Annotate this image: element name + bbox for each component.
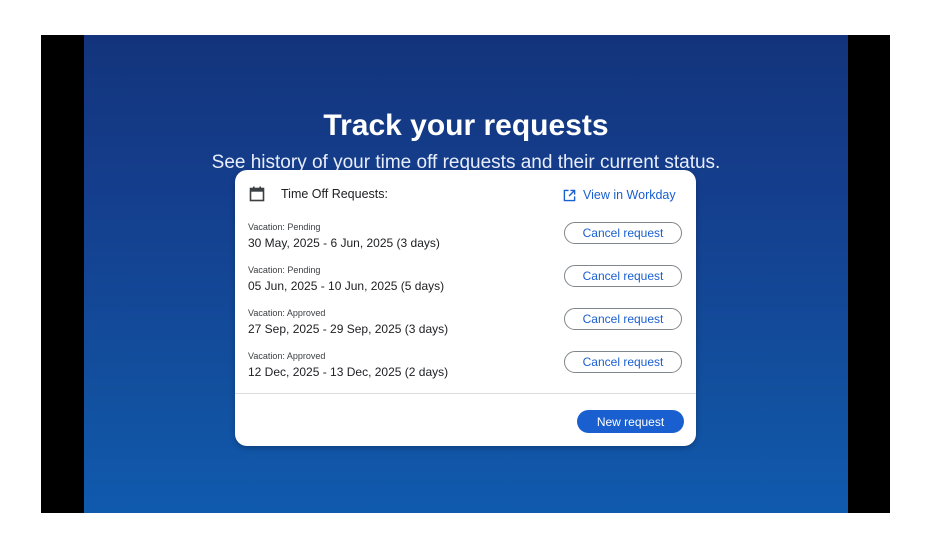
time-off-card: Time Off Requests: View in Workday Vacat… — [235, 170, 696, 446]
request-row: Vacation: Pending 30 May, 2025 - 6 Jun, … — [235, 222, 696, 264]
cancel-request-button[interactable]: Cancel request — [564, 351, 682, 373]
request-dates: 12 Dec, 2025 - 13 Dec, 2025 (2 days) — [248, 365, 449, 379]
request-dates: 27 Sep, 2025 - 29 Sep, 2025 (3 days) — [248, 322, 449, 336]
request-dates: 05 Jun, 2025 - 10 Jun, 2025 (5 days) — [248, 279, 445, 293]
new-request-button[interactable]: New request — [577, 410, 684, 433]
view-in-workday-label: View in Workday — [583, 188, 676, 202]
request-status: Vacation: Pending — [248, 222, 321, 232]
request-status: Vacation: Pending — [248, 265, 321, 275]
request-dates: 30 May, 2025 - 6 Jun, 2025 (3 days) — [248, 236, 440, 250]
request-row: Vacation: Approved 12 Dec, 2025 - 13 Dec… — [235, 351, 696, 393]
card-header: Time Off Requests: View in Workday — [235, 170, 696, 216]
view-in-workday-link[interactable]: View in Workday — [563, 186, 676, 204]
request-row: Vacation: Pending 05 Jun, 2025 - 10 Jun,… — [235, 265, 696, 307]
page-title: Track your requests — [323, 109, 609, 142]
cancel-request-button[interactable]: Cancel request — [564, 265, 682, 287]
request-status: Vacation: Approved — [248, 351, 326, 361]
request-row: Vacation: Approved 27 Sep, 2025 - 29 Sep… — [235, 308, 696, 350]
card-divider — [235, 393, 696, 394]
cancel-request-button[interactable]: Cancel request — [564, 308, 682, 330]
card-title: Time Off Requests: — [281, 187, 388, 201]
open-in-new-icon — [563, 189, 576, 201]
cancel-request-button[interactable]: Cancel request — [564, 222, 682, 244]
calendar-icon — [249, 186, 265, 202]
request-status: Vacation: Approved — [248, 308, 326, 318]
